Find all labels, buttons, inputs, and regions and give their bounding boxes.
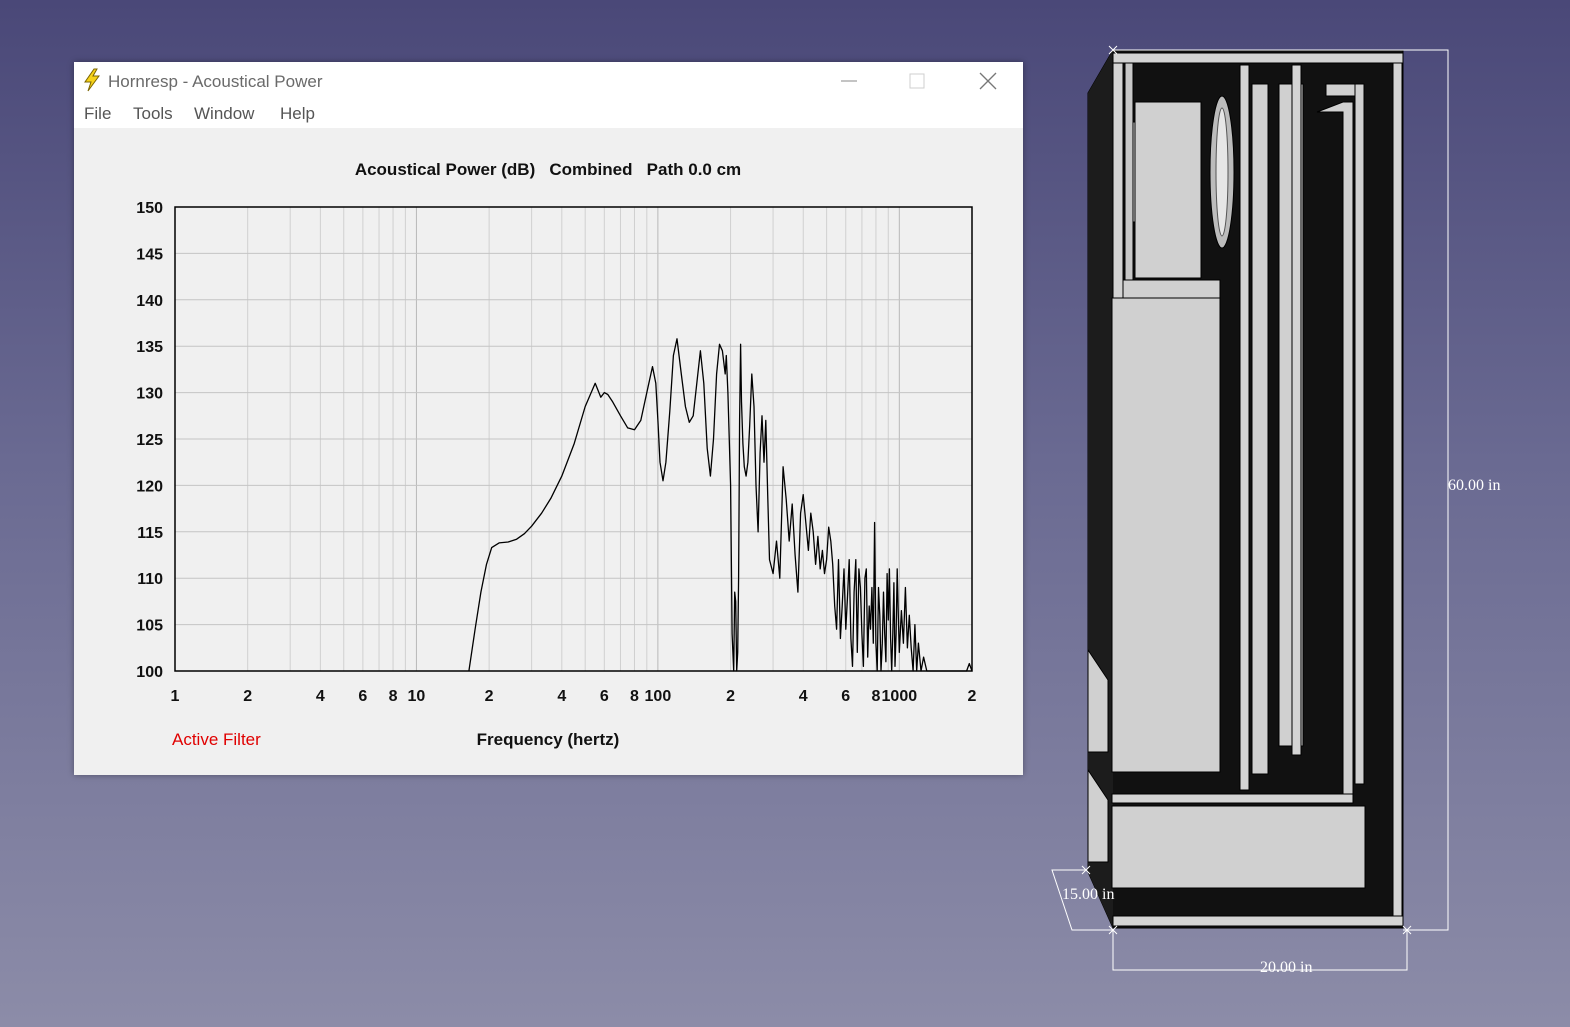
y-tick-label: 140 — [136, 293, 163, 310]
x-tick-label: 2 — [485, 688, 494, 705]
minimize-button[interactable] — [826, 62, 872, 100]
maximize-icon — [909, 73, 925, 89]
y-axis-ticks: 100 105 110 115 120 125 130 135 140 145 150 — [136, 200, 163, 681]
menu-help[interactable]: Help — [278, 104, 317, 124]
divider-1 — [1239, 64, 1250, 791]
driver-baffle — [1124, 62, 1134, 296]
x-tick-label: 8 — [630, 688, 639, 705]
path-1 — [1251, 83, 1269, 775]
x-tick-label: 100 — [645, 688, 672, 705]
x-tick-label: 8 — [871, 688, 880, 705]
chart-svg: Acoustical Power (dB) Combined Path 0.0 … — [136, 160, 977, 749]
title-bar[interactable]: Hornresp - Acoustical Power — [74, 62, 1023, 100]
active-filter-label: Active Filter — [172, 730, 261, 749]
minimize-icon — [841, 80, 857, 82]
y-tick-label: 105 — [136, 618, 163, 635]
y-tick-label: 120 — [136, 478, 163, 495]
x-tick-label: 6 — [841, 688, 850, 705]
acoustical-power-chart: Acoustical Power (dB) Combined Path 0.0 … — [74, 128, 1023, 775]
top-panel — [1112, 52, 1404, 64]
x-axis-ticks: 1 2 4 6 8 10 2 4 6 8 100 2 4 6 8 1000 2 — [171, 688, 977, 705]
hornresp-window: Hornresp - Acoustical Power File Tools W… — [74, 62, 1023, 775]
x-axis-label: Frequency (hertz) — [477, 730, 620, 749]
menu-bar: File Tools Window Help — [74, 100, 1023, 128]
path-4 — [1354, 83, 1365, 785]
x-tick-label: 4 — [316, 688, 325, 705]
close-icon — [979, 72, 997, 90]
menu-window[interactable]: Window — [192, 104, 256, 124]
driver-center — [1215, 107, 1229, 237]
width-dimension: 20.00 in — [1260, 959, 1312, 976]
x-tick-label: 8 — [389, 688, 398, 705]
window-title: Hornresp - Acoustical Power — [108, 72, 323, 91]
height-dimension: 60.00 in — [1448, 477, 1500, 494]
lightning-app-icon — [84, 68, 100, 92]
chamber-shelf — [1122, 279, 1221, 299]
enclosure-drawing: 60.00 in 15.00 in 20.00 in — [1051, 45, 1500, 976]
x-tick-label: 1 — [171, 688, 180, 705]
y-tick-label: 130 — [136, 386, 163, 403]
y-tick-label: 110 — [137, 571, 163, 588]
right-panel — [1392, 62, 1403, 917]
x-tick-label: 10 — [408, 688, 426, 705]
chart-title: Acoustical Power (dB) Combined Path 0.0 … — [355, 160, 741, 179]
y-tick-label: 150 — [136, 200, 163, 217]
x-tick-label: 2 — [726, 688, 735, 705]
x-tick-label: 6 — [600, 688, 609, 705]
x-tick-label: 2 — [968, 688, 977, 705]
y-tick-label: 145 — [136, 246, 163, 263]
y-tick-label: 115 — [137, 525, 163, 542]
series-group — [468, 338, 973, 672]
divider-2 — [1291, 64, 1302, 756]
y-tick-label: 135 — [136, 339, 163, 356]
close-button[interactable] — [965, 62, 1011, 100]
power-series-line — [468, 338, 973, 672]
x-tick-label: 4 — [557, 688, 566, 705]
x-tick-label: 2 — [243, 688, 252, 705]
chamber-upper — [1134, 101, 1202, 279]
menu-file[interactable]: File — [82, 104, 113, 124]
chart-grid — [175, 207, 972, 671]
chamber-main — [1111, 297, 1221, 773]
maximize-button[interactable] — [894, 62, 940, 100]
y-tick-label: 125 — [136, 432, 163, 449]
lower-shelf — [1111, 793, 1354, 804]
depth-dimension: 15.00 in — [1062, 886, 1114, 903]
bottom-panel — [1112, 915, 1404, 927]
menu-tools[interactable]: Tools — [131, 104, 175, 124]
x-tick-label: 4 — [799, 688, 808, 705]
x-tick-label: 1000 — [882, 688, 918, 705]
y-tick-label: 100 — [136, 664, 163, 681]
x-tick-label: 6 — [358, 688, 367, 705]
chamber-lower — [1111, 805, 1366, 889]
